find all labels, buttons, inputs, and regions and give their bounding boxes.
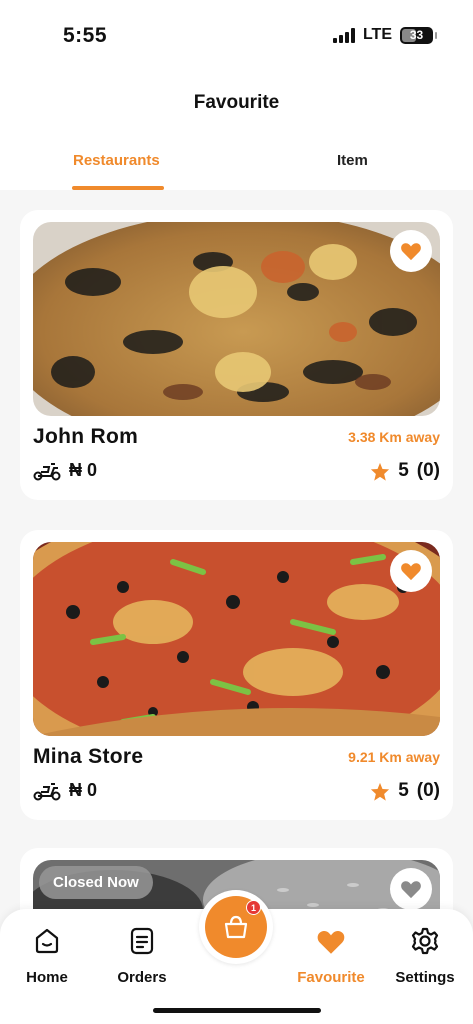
scooter-icon	[33, 462, 61, 480]
restaurant-name: Mina Store	[33, 745, 144, 768]
signal-icon	[332, 27, 355, 43]
restaurant-distance: 9.21 Km away	[348, 749, 440, 765]
pizza-photo	[33, 542, 440, 736]
favourite-button[interactable]	[390, 550, 432, 592]
battery-level: 33	[409, 28, 424, 42]
favourite-button[interactable]	[390, 230, 432, 272]
rating: 5 (0)	[370, 780, 440, 802]
tab-item[interactable]: Item	[337, 152, 368, 169]
rating-count: (0)	[416, 780, 440, 801]
nav-favourite[interactable]: Favourite	[286, 909, 376, 986]
favourite-button[interactable]	[390, 868, 432, 910]
status-indicators: LTE 33	[332, 26, 437, 44]
restaurant-card[interactable]: John Rom 3.38 Km away ₦ 0 5 (0)	[20, 210, 453, 500]
cart-count-badge: 1	[246, 900, 261, 915]
basket-icon	[224, 915, 248, 939]
nav-home[interactable]: Home	[2, 909, 92, 986]
nav-orders-label: Orders	[117, 969, 167, 986]
orders-icon	[129, 923, 155, 959]
star-icon	[371, 782, 390, 801]
heart-icon	[401, 243, 421, 261]
status-bar: 5:55 LTE 33	[0, 0, 473, 70]
restaurant-name: John Rom	[33, 425, 139, 448]
home-indicator	[153, 1008, 321, 1013]
restaurant-distance: 3.38 Km away	[348, 429, 440, 445]
delivery-fee-value: ₦ 0	[69, 780, 98, 800]
status-time: 5:55	[63, 24, 108, 47]
page-header: Favourite Restaurants Item	[0, 70, 473, 190]
rating-count: (0)	[416, 460, 440, 481]
delivery-fee: ₦ 0	[33, 460, 97, 481]
heart-icon	[401, 563, 421, 581]
delivery-fee-value: ₦ 0	[69, 460, 98, 480]
delivery-fee: ₦ 0	[33, 780, 97, 801]
heart-icon	[401, 881, 421, 899]
tab-restaurants[interactable]: Restaurants	[73, 152, 160, 169]
rating-value: 5	[398, 460, 409, 481]
page-title: Favourite	[193, 92, 280, 113]
battery-icon: 33	[400, 26, 437, 44]
egusi-dish-photo	[33, 222, 440, 416]
nav-home-label: Home	[26, 969, 68, 986]
scooter-icon	[33, 782, 61, 800]
heart-icon	[316, 923, 346, 959]
rating-value: 5	[398, 780, 409, 801]
cart-button-ring: 1	[199, 890, 273, 964]
active-tab-indicator	[72, 186, 164, 190]
network-label: LTE	[362, 26, 392, 43]
gear-icon	[410, 923, 440, 959]
star-icon	[371, 462, 390, 481]
nav-favourite-label: Favourite	[297, 969, 365, 986]
cart-button[interactable]: 1	[205, 896, 267, 958]
closed-badge: Closed Now	[39, 866, 153, 899]
restaurant-card[interactable]: Mina Store 9.21 Km away ₦ 0 5 (0)	[20, 530, 453, 820]
nav-settings-label: Settings	[395, 969, 455, 986]
nav-orders[interactable]: Orders	[97, 909, 187, 986]
rating: 5 (0)	[370, 460, 440, 482]
home-icon	[32, 923, 62, 959]
nav-settings[interactable]: Settings	[380, 909, 470, 986]
